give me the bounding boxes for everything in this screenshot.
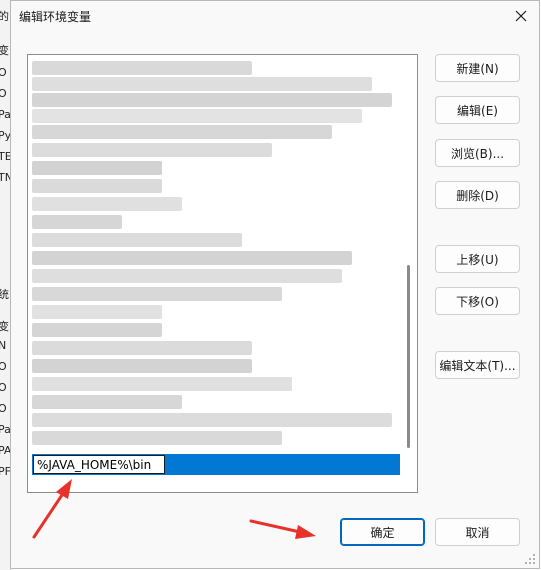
resize-grip-icon[interactable] xyxy=(524,553,536,565)
cancel-button[interactable]: 取消 xyxy=(435,518,520,546)
edit-env-variable-dialog: 编辑环境变量 %JAVA_HOME%\bin 新建(N) 编辑(E) 浏览(B)… xyxy=(10,0,540,569)
move-down-button[interactable]: 下移(O) xyxy=(435,287,520,315)
title-bar[interactable]: 编辑环境变量 xyxy=(11,1,539,31)
ok-button[interactable]: 确定 xyxy=(340,518,425,546)
list-scrollbar[interactable] xyxy=(407,265,410,448)
edit-text-button[interactable]: 编辑文本(T)... xyxy=(435,351,520,379)
browse-button[interactable]: 浏览(B)... xyxy=(435,139,520,167)
close-icon xyxy=(515,10,527,22)
dialog-title: 编辑环境变量 xyxy=(19,10,92,24)
path-entry-input[interactable] xyxy=(33,455,165,474)
path-list[interactable] xyxy=(27,54,418,493)
move-up-button[interactable]: 上移(U) xyxy=(435,245,520,273)
edit-button[interactable]: 编辑(E) xyxy=(435,96,520,124)
new-button[interactable]: 新建(N) xyxy=(435,54,520,82)
delete-button[interactable]: 删除(D) xyxy=(435,181,520,209)
close-button[interactable] xyxy=(509,4,533,28)
